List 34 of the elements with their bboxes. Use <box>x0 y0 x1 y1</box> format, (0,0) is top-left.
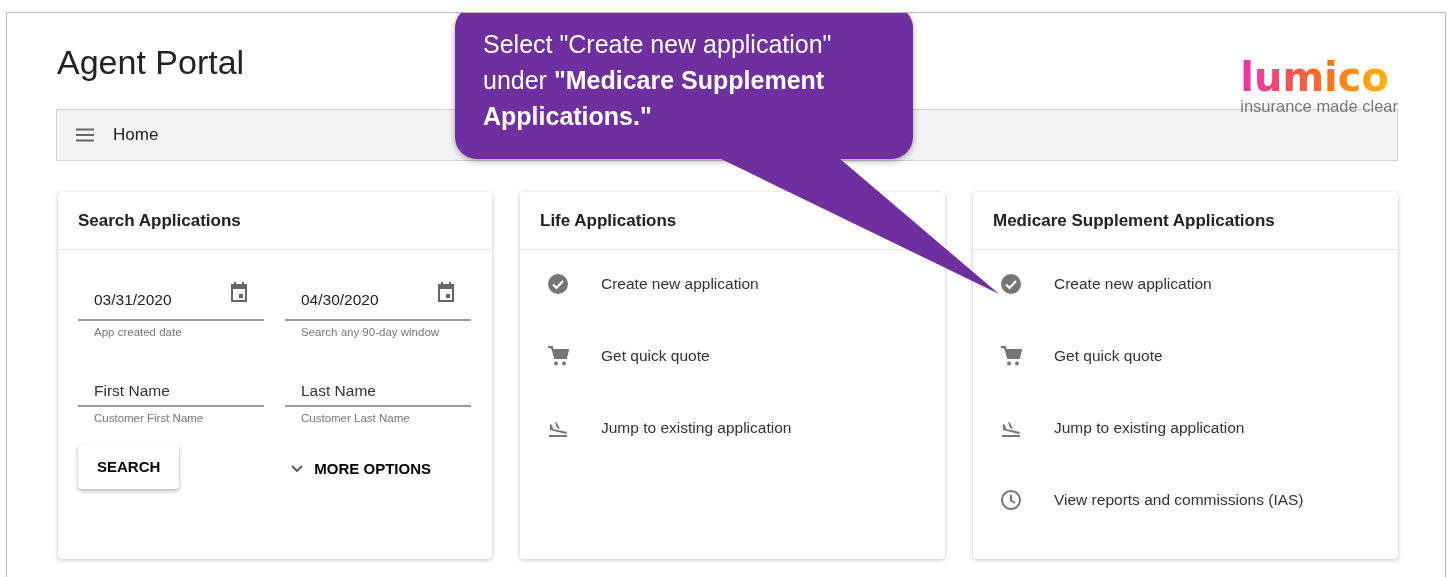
check-circle-icon <box>1000 273 1022 295</box>
calendar-icon[interactable] <box>437 282 455 302</box>
nav-label[interactable]: Home <box>113 125 159 145</box>
logo-wordmark: lumico <box>1240 59 1390 95</box>
field-hint: Search any 90-day window <box>300 325 441 338</box>
chevron-down-icon <box>291 464 304 473</box>
more-options-button[interactable]: MORE OPTIONS <box>291 460 432 477</box>
menu-item[interactable]: Create new application <box>973 272 1398 296</box>
menu-item[interactable]: Get quick quote <box>520 344 945 368</box>
callout-text: Select "Create new application" under "Medicare Supplement Applications." <box>483 29 833 132</box>
field-hint: Customer Last Name <box>300 411 411 424</box>
menu-item[interactable]: Jump to existing application <box>520 416 945 440</box>
menu-item[interactable]: Create new application <box>520 272 945 296</box>
calendar-icon[interactable] <box>230 282 248 302</box>
date-field[interactable]: 04/30/2020 <box>285 276 471 321</box>
input-field[interactable]: First Name <box>78 362 264 407</box>
menu-icon[interactable] <box>75 128 95 142</box>
input-field[interactable]: Last Name <box>285 362 471 407</box>
menu-item[interactable]: Get quick quote <box>973 344 1398 368</box>
page-title: Agent Portal <box>57 43 245 82</box>
clock-icon <box>1000 489 1022 511</box>
field-hint: App created date <box>93 325 183 338</box>
cart-icon <box>1000 345 1022 367</box>
card-title: Search Applications <box>78 210 241 231</box>
logo-tagline: insurance made clear <box>1240 97 1398 116</box>
card-title: Medicare Supplement Applications <box>993 210 1275 231</box>
card-title: Life Applications <box>540 210 677 231</box>
date-field[interactable]: 03/31/2020 <box>78 276 264 321</box>
field-hint: Customer First Name <box>93 411 205 424</box>
menu-item[interactable]: Jump to existing application <box>973 416 1398 440</box>
menu-item[interactable]: View reports and commissions (IAS) <box>973 488 1398 512</box>
check-circle-icon <box>547 273 569 295</box>
search-button[interactable]: SEARCH <box>78 444 180 489</box>
cart-icon <box>547 345 569 367</box>
